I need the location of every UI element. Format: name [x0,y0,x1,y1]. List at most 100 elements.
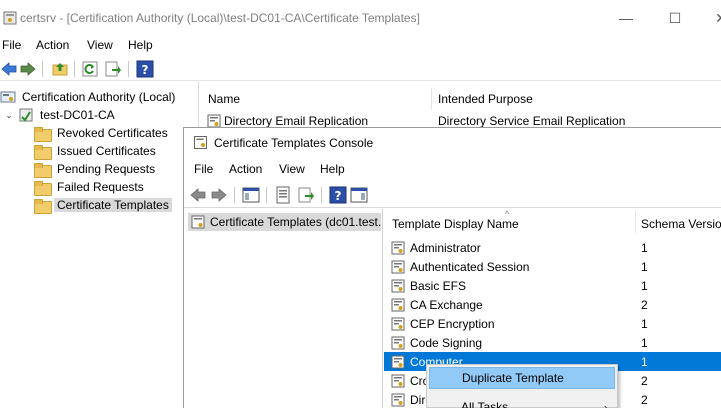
folder-icon [34,180,52,196]
tree-item-failed-requests[interactable]: Failed Requests [34,178,147,196]
schema-version: 1 [641,259,648,274]
menu-action[interactable]: Action [36,38,69,52]
tree-item-issued-certificates[interactable]: Issued Certificates [34,142,159,160]
maximize-button[interactable]: ☐ [663,9,687,27]
minimize-button[interactable]: — [614,9,638,27]
context-menu: Duplicate Template All Tasks › [426,364,618,408]
back-arrow-icon[interactable] [189,186,207,204]
template-name: CEP Encryption [410,316,495,331]
schema-version: 1 [641,335,648,350]
tree-item-root[interactable]: Certification Authority (Local) [0,88,178,106]
console-menu-help[interactable]: Help [320,162,345,176]
certificate-template-icon [391,374,405,387]
tree-item-label: test-DC01-CA [40,108,115,122]
tree-item-certificate-templates-dc01[interactable]: Certificate Templates (dc01.test. [188,213,381,231]
context-menu-label: All Tasks [461,400,509,408]
menu-file[interactable]: File [2,38,21,52]
help-icon[interactable]: ? [329,186,347,204]
tree-item-pending-requests[interactable]: Pending Requests [34,160,158,178]
certificate-template-icon [391,279,405,292]
template-name-cell: Basic EFS [391,279,466,293]
tree-item-label: Certification Authority (Local) [22,90,176,104]
template-name-cell: CA Exchange [391,298,483,312]
title-bar: certsrv - [Certification Authority (Loca… [0,0,721,36]
tree-item-label: Failed Requests [57,180,144,194]
console-menu-action[interactable]: Action [229,162,262,176]
console-title-bar: Certificate Templates Console [184,128,721,158]
console-menu-bar: File Action View Help [184,160,721,180]
schema-version: 1 [641,316,648,331]
certificate-template-icon [391,298,405,311]
context-menu-all-tasks[interactable]: All Tasks › [429,396,615,408]
show-hide-action-pane-icon[interactable] [350,186,368,204]
window-title: certsrv - [Certification Authority (Loca… [20,11,420,25]
table-row[interactable]: CEP Encryption 1 [384,314,721,333]
tree-item-label: Certificate Templates (dc01.test. [210,215,381,229]
template-name: Code Signing [410,335,483,350]
export-list-icon[interactable] [297,186,315,204]
properties-icon[interactable] [274,186,292,204]
schema-version: 1 [641,278,648,293]
certificate-template-icon [391,355,405,368]
certsrv-app-icon [3,11,17,25]
folder-icon [34,162,52,178]
schema-version: 2 [641,297,648,312]
toolbar: ? [0,57,721,81]
table-row[interactable]: Basic EFS 1 [384,276,721,295]
list-item-name: Directory Email Replication [224,114,369,128]
console-toolbar: ? [184,182,721,208]
schema-version: 1 [641,240,648,255]
template-name-cell: Administrator [391,241,481,255]
back-arrow-icon[interactable] [0,60,18,78]
tree-item-ca[interactable]: ⌄ test-DC01-CA [4,106,118,124]
console-menu-file[interactable]: File [194,162,213,176]
template-name-cell: Code Signing [391,336,482,350]
submenu-arrow-icon: › [604,402,607,408]
console-app-icon [194,136,207,149]
list-item-purpose: Directory Service Email Replication [438,114,626,128]
tree-item-certificate-templates[interactable]: Certificate Templates [34,196,172,214]
close-button[interactable]: ✕ [709,9,721,27]
menu-bar: File Action View Help [0,36,721,56]
show-hide-tree-icon[interactable] [242,186,260,204]
forward-arrow-icon[interactable] [210,186,228,204]
refresh-icon[interactable] [81,60,99,78]
column-header-intended-purpose[interactable]: Intended Purpose [438,92,533,106]
column-header-template-display-name[interactable]: Template Display Name [392,217,519,231]
table-row[interactable]: Administrator 1 [384,238,721,257]
console-title: Certificate Templates Console [214,136,374,150]
table-row[interactable]: Authenticated Session 1 [384,257,721,276]
help-icon[interactable]: ? [136,60,154,78]
tree-item-revoked-certificates[interactable]: Revoked Certificates [34,124,171,142]
certificate-templates-icon [191,215,205,229]
template-name-cell: CEP Encryption [391,317,495,331]
column-header-name[interactable]: Name [208,92,240,106]
certificate-template-icon [391,336,405,349]
template-name: Basic EFS [410,278,467,293]
tree-item-label: Pending Requests [57,162,156,176]
template-name: Administrator [410,240,481,255]
export-list-icon[interactable] [104,60,122,78]
list-item[interactable]: Directory Email Replication [207,114,368,128]
context-menu-label: Duplicate Template [462,371,564,385]
template-name: Authenticated Session [410,259,530,274]
certificate-template-icon [391,317,405,330]
console-template-tree: Certificate Templates (dc01.test. [184,209,383,408]
console-tree: Certification Authority (Local) ⌄ test-D… [0,82,197,408]
up-folder-icon[interactable] [51,60,69,78]
certificate-template-icon [391,241,405,254]
column-header-schema-version[interactable]: Schema Version [641,217,721,231]
schema-version: 2 [641,373,648,388]
menu-help[interactable]: Help [128,38,153,52]
folder-icon [34,126,52,142]
schema-version: 2 [641,392,648,407]
certificate-template-icon [207,114,221,128]
forward-arrow-icon[interactable] [19,60,37,78]
menu-view[interactable]: View [87,38,113,52]
template-name: CA Exchange [410,297,483,312]
table-row[interactable]: CA Exchange 2 [384,295,721,314]
expanded-chevron-icon[interactable]: ⌄ [4,110,14,121]
console-menu-view[interactable]: View [279,162,305,176]
table-row[interactable]: Code Signing 1 [384,333,721,352]
context-menu-duplicate-template[interactable]: Duplicate Template [429,367,615,389]
